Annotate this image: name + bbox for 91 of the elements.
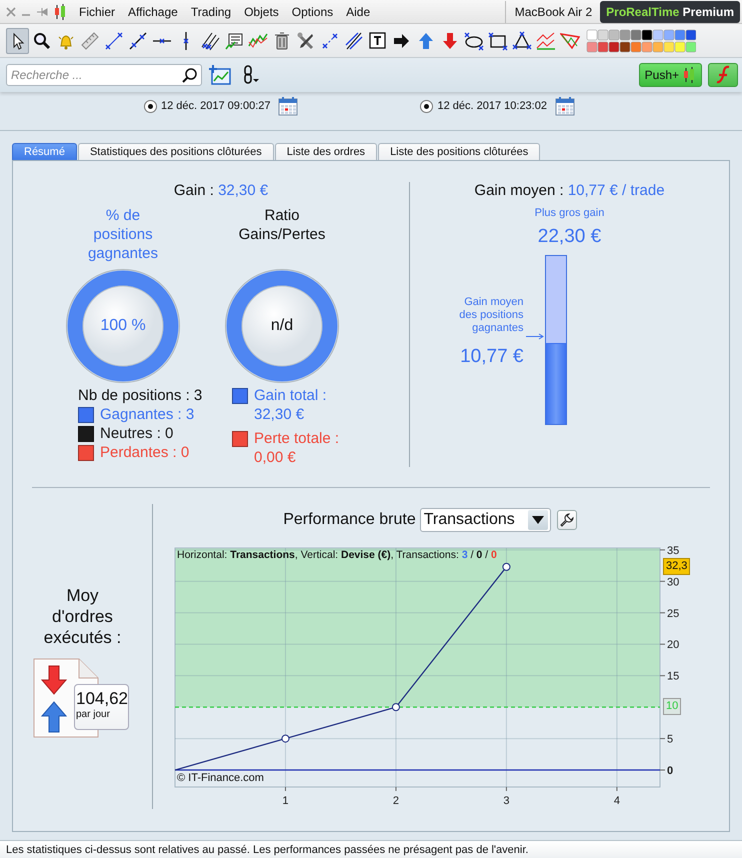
chart-caption: Horizontal: Transactions, Vertical: Devise (€), Transactions: 3 / 0 / 0 — [177, 549, 497, 561]
channel-icon — [536, 30, 556, 50]
menu-item[interactable]: Fichier — [79, 2, 116, 20]
data-point — [281, 734, 290, 743]
line-icon — [128, 30, 148, 50]
radio-button[interactable] — [144, 100, 157, 112]
calendar-button[interactable] — [278, 96, 298, 116]
axis-tick-label: 35 — [667, 544, 680, 557]
average-winning-label: Gain moyen des positions gagnantes — [458, 296, 524, 335]
wrench-icon — [558, 512, 575, 528]
data-point — [502, 562, 510, 571]
axis-tick-label: 15 — [667, 670, 680, 683]
calendar-icon — [554, 96, 575, 116]
data-point — [392, 703, 400, 712]
parallel-lines-icon — [200, 30, 220, 50]
value-badge: 32,3 — [663, 558, 690, 575]
segment-icon — [104, 30, 124, 50]
axis-tick-label: 30 — [667, 576, 680, 588]
search-field[interactable]: Recherche ... — [6, 64, 202, 86]
ruler-icon — [80, 30, 100, 50]
calendar-icon — [278, 96, 298, 116]
menu-item[interactable]: Affichage — [128, 2, 178, 20]
tool-button[interactable] — [6, 28, 29, 54]
axis-tick-label: 2 — [392, 795, 400, 807]
axis-tick-label: 25 — [667, 608, 680, 620]
product-badge: ProRealTime Premium — [600, 0, 740, 22]
push-button[interactable]: Push+ — [638, 63, 702, 87]
add-chart-button[interactable] — [208, 63, 232, 87]
rectangle-icon — [488, 30, 508, 50]
axis-tick-label: 1 — [282, 795, 289, 807]
axis-tick-label: 0 — [667, 765, 674, 778]
tab[interactable]: Liste des positions clôturées — [378, 143, 540, 160]
gauge-value: n/d — [270, 316, 294, 336]
max-gain-value: 22,30 € — [536, 226, 602, 248]
legend-label: Gagnantes : 3 — [100, 405, 196, 424]
credit-text: © IT-Finance.com — [177, 772, 264, 784]
chart-select[interactable]: Transactions — [420, 508, 551, 532]
date-text: 12 déc. 2017 09:00:27 — [161, 100, 270, 112]
channel-lines-icon — [344, 30, 364, 50]
dotted-line-icon — [320, 30, 340, 50]
gain-summary: Gain : 32,30 € — [172, 182, 270, 199]
orders-unit: par jour — [76, 709, 111, 720]
orders-label: Moy d'ordres exécutés : — [42, 585, 122, 648]
color-palette-icon[interactable] — [586, 28, 696, 54]
date-text: 12 déc. 2017 10:23:02 — [437, 100, 547, 112]
squiggle-icon — [714, 65, 732, 85]
triangle-icon — [512, 30, 532, 50]
magnifier-icon — [32, 30, 52, 50]
axis-tick-label: 4 — [614, 795, 620, 807]
text-box-icon — [368, 30, 388, 50]
chart-title: Performance brute — [283, 511, 416, 529]
threshold-badge: 10 — [663, 698, 682, 716]
status-bar: Les statistiques ci-dessus sont relatives au passé. Les performances passées ne présagent pas de l'avenir. — [0, 840, 742, 858]
flash-button[interactable] — [708, 63, 738, 87]
menu-item[interactable]: Aide — [346, 2, 370, 20]
candlestick-icon — [53, 2, 67, 20]
wrench-button[interactable] — [556, 510, 577, 530]
vertical-line-icon — [182, 30, 188, 50]
leader-line — [526, 332, 544, 340]
close-icon[interactable] — [6, 6, 16, 16]
axis-tick-label: 20 — [667, 639, 680, 652]
candlestick-icon — [682, 66, 696, 84]
tab[interactable]: Liste des ordres — [274, 143, 378, 160]
legend-label: Perdantes : 0 — [100, 443, 190, 462]
calendar-button[interactable] — [554, 96, 575, 116]
tab[interactable]: Statistiques des positions clôturées — [78, 143, 274, 160]
orders-value: 104,62 — [76, 689, 127, 709]
caret-icon — [532, 516, 544, 524]
gauge-title: % de positions gagnantes — [86, 206, 160, 264]
triangle-pattern-icon — [560, 30, 580, 50]
legend-label: Neutres : 0 — [100, 424, 174, 443]
gauge-title: Ratio Gains/Pertes — [238, 206, 326, 245]
axis-tick-label: 3 — [503, 795, 510, 807]
average-gain: Gain moyen : 10,77 € / trade — [473, 182, 666, 199]
axis-tick-label: 5 — [667, 734, 674, 746]
average-winning-value: 10,77 € — [460, 346, 524, 368]
menu-item[interactable]: Options — [292, 2, 334, 20]
ellipse-icon — [464, 30, 484, 50]
search-icon[interactable] — [182, 67, 198, 83]
pin-icon[interactable] — [36, 6, 48, 16]
horizontal-line-icon — [152, 38, 172, 44]
legend-label: Perte totale : 0,00 € — [254, 429, 340, 467]
legend-label: Gain total : 32,30 € — [254, 386, 328, 424]
radio-button[interactable] — [420, 100, 434, 112]
add-chart-icon — [209, 65, 231, 85]
tools-icon — [296, 30, 316, 50]
max-gain-label: Plus gros gain — [534, 207, 606, 220]
menu-item[interactable]: Trading — [190, 2, 232, 20]
gauge-value: 100 % — [99, 316, 147, 336]
menu-item[interactable]: Objets — [244, 2, 279, 20]
chart-text-icon — [224, 30, 244, 50]
